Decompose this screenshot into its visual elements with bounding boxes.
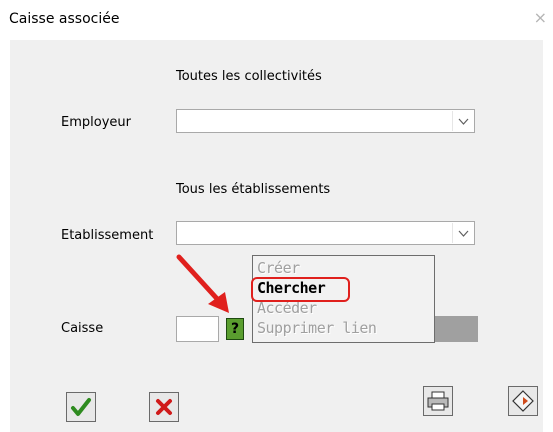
checkmark-icon <box>71 398 91 416</box>
etablissement-select[interactable] <box>176 221 475 245</box>
close-button[interactable]: × <box>534 8 547 27</box>
caisse-label: Caisse <box>61 321 104 336</box>
highlight-circle <box>251 277 350 302</box>
window-title: Caisse associée <box>9 11 120 27</box>
menu-item-supprimer-lien: Supprimer lien <box>257 319 377 337</box>
title-bar: Caisse associée × <box>0 0 553 40</box>
caisse-input[interactable] <box>176 316 219 342</box>
etablissement-caption: Tous les établissements <box>176 182 331 197</box>
employeur-select[interactable] <box>176 109 475 133</box>
printer-icon <box>427 391 449 411</box>
menu-item-creer: Créer <box>257 259 300 277</box>
diamond-export-icon <box>512 390 534 412</box>
disabled-field <box>433 316 478 342</box>
help-button[interactable]: ? <box>226 318 244 340</box>
red-x-icon <box>156 399 172 415</box>
annotation-arrow-icon <box>176 254 229 313</box>
ok-button[interactable] <box>66 392 96 422</box>
question-mark-icon: ? <box>230 321 240 337</box>
employeur-caption: Toutes les collectivités <box>176 69 322 84</box>
chevron-down-icon[interactable] <box>452 111 473 131</box>
cancel-button[interactable] <box>149 392 179 422</box>
employeur-label: Employeur <box>61 115 131 130</box>
etablissement-label: Etablissement <box>61 228 154 243</box>
chevron-down-icon[interactable] <box>452 223 473 243</box>
print-button[interactable] <box>423 386 453 416</box>
export-button[interactable] <box>508 386 538 416</box>
